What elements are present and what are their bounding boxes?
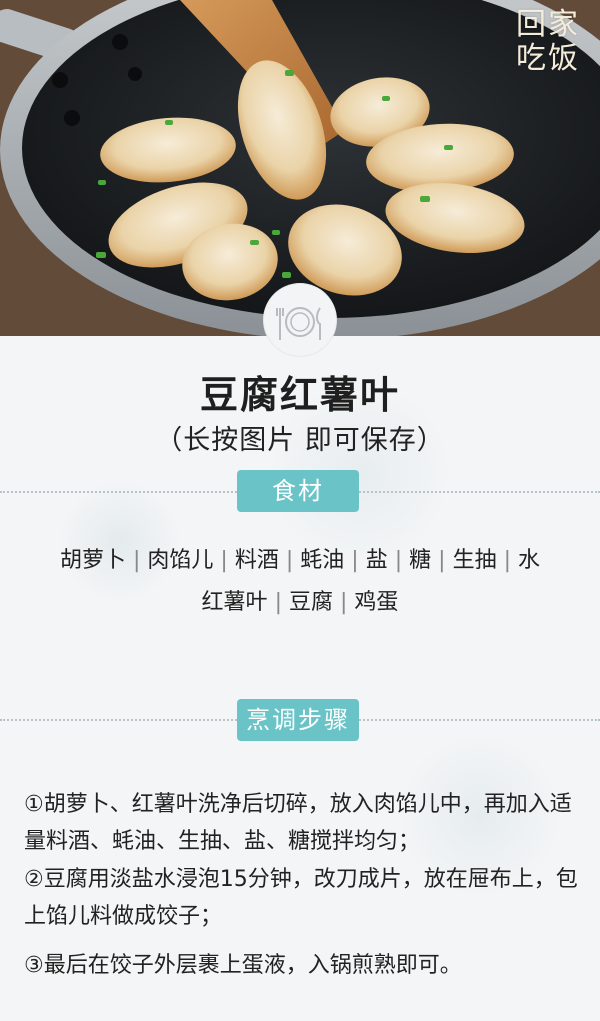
plate-fork-knife-icon xyxy=(276,307,321,340)
steps-list: ①胡萝卜、红薯叶洗净后切碎，放入肉馅儿中，再加入适量料酒、蚝油、生抽、盐、糖搅拌… xyxy=(24,786,584,984)
ingredient-separator: | xyxy=(438,548,446,573)
ingredient-item: 水 xyxy=(518,548,541,573)
ingredient-separator: | xyxy=(340,590,348,615)
ingredient-item: 料酒 xyxy=(234,548,279,573)
ingredients-label: 食材 xyxy=(237,470,359,512)
ingredient-item: 豆腐 xyxy=(288,590,333,615)
ingredient-item: 生抽 xyxy=(452,548,497,573)
ingredient-separator: | xyxy=(220,548,228,573)
brand-line-2: 吃饭 xyxy=(516,41,580,76)
ingredients-line-2: 红薯叶 | 豆腐 | 鸡蛋 xyxy=(0,582,600,624)
ingredient-separator: | xyxy=(503,548,512,573)
brand-logo: 回家 吃饭 xyxy=(510,8,586,86)
ingredient-item: 盐 xyxy=(365,548,388,573)
steps-label: 烹调步骤 xyxy=(237,699,359,741)
brand-line-1: 回家 xyxy=(516,7,580,42)
recipe-subtitle: （长按图片 即可保存） xyxy=(155,425,445,456)
ingredient-separator: | xyxy=(132,548,141,573)
ingredient-item: 糖 xyxy=(409,548,432,573)
plate-badge xyxy=(264,284,336,356)
ingredient-separator: | xyxy=(274,590,282,615)
ingredients-line-1: 胡萝卜 | 肉馅儿 | 料酒 | 蚝油 | 盐 | 糖 | 生抽 | 水 xyxy=(0,540,600,582)
recipe-title: 豆腐红薯叶 xyxy=(199,373,400,417)
step-3: ③最后在饺子外层裹上蛋液，入锅煎熟即可。 xyxy=(24,953,462,978)
ingredient-item: 蚝油 xyxy=(300,548,345,573)
step-2: ②豆腐用淡盐水浸泡15分钟，改刀成片，放在屉布上，包上馅儿料做成饺子； xyxy=(24,867,578,929)
ingredients-list: 胡萝卜 | 肉馅儿 | 料酒 | 蚝油 | 盐 | 糖 | 生抽 | 水 红薯叶 | 豆腐 | 鸡蛋 xyxy=(0,540,600,624)
ingredient-separator: | xyxy=(285,548,294,573)
ingredient-separator: | xyxy=(351,548,359,573)
ingredient-item: 肉馅儿 xyxy=(147,548,214,573)
ingredient-separator: | xyxy=(394,548,403,573)
ingredient-item: 鸡蛋 xyxy=(354,590,399,615)
ingredient-item: 胡萝卜 xyxy=(59,548,126,573)
ingredient-item: 红薯叶 xyxy=(201,590,268,615)
step-1: ①胡萝卜、红薯叶洗净后切碎，放入肉馅儿中，再加入适量料酒、蚝油、生抽、盐、糖搅拌… xyxy=(24,792,572,854)
